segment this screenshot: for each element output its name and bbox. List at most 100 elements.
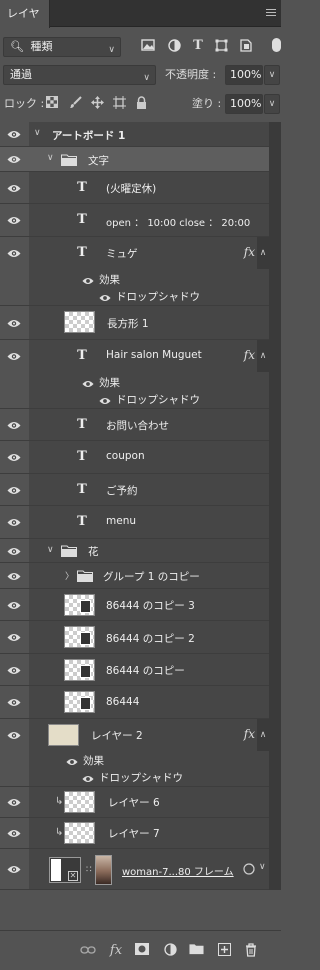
eye-icon[interactable]	[7, 547, 21, 556]
link-icon[interactable]: ∷	[86, 865, 92, 875]
layer-clipped[interactable]: ↳ レイヤー 7	[0, 818, 269, 849]
add-layer-style-icon[interactable]: fx	[108, 943, 124, 959]
layer-text[interactable]: T ミュゲ fx ∧ 効果 ドロップシャドウ	[0, 237, 269, 306]
layer-smart-object[interactable]: 86444	[0, 686, 269, 719]
eye-icon[interactable]	[7, 421, 21, 430]
layer-text[interactable]: T ご予約	[0, 474, 269, 506]
lock-position-move-icon[interactable]	[89, 96, 105, 112]
eye-icon[interactable]	[7, 633, 21, 642]
link-layers-icon[interactable]	[80, 943, 96, 959]
opacity-input[interactable]: 100%	[225, 65, 263, 85]
eye-icon[interactable]	[7, 486, 21, 495]
eye-icon[interactable]	[7, 453, 21, 462]
eye-icon[interactable]	[99, 292, 111, 301]
fx-icon[interactable]: fx	[244, 245, 255, 259]
layer-group-text[interactable]: ∨ 文字	[0, 147, 269, 172]
eye-icon[interactable]	[7, 731, 21, 740]
chevron-right-icon[interactable]: 〉	[65, 569, 74, 582]
eye-icon[interactable]	[82, 773, 94, 782]
lock-image-brush-icon[interactable]	[67, 96, 83, 112]
eye-icon[interactable]	[7, 249, 21, 258]
layer-group-copy[interactable]: 〉 グループ 1 のコピー	[0, 563, 269, 589]
fx-icon[interactable]: fx	[244, 348, 255, 362]
layer-smart-object[interactable]: 86444 のコピー 3	[0, 589, 269, 621]
collapse-effects-icon[interactable]: ∧	[257, 237, 269, 269]
panel-menu-icon[interactable]	[266, 9, 276, 17]
eye-icon[interactable]	[7, 601, 21, 610]
eye-icon[interactable]	[7, 319, 21, 328]
layer-text[interactable]: T Hair salon Muguet fx ∧ 効果 ドロップシャドウ	[0, 340, 269, 409]
frame-thumbnail: ✕	[49, 857, 81, 883]
add-mask-icon[interactable]	[134, 943, 150, 959]
fill-dropdown-icon[interactable]: ∨	[264, 94, 280, 114]
eye-icon[interactable]	[7, 155, 21, 164]
chevron-down-icon[interactable]: ∨	[47, 545, 54, 555]
drop-shadow-label: ドロップシャドウ	[99, 772, 183, 784]
eye-icon[interactable]	[7, 829, 21, 838]
blend-mode-value: 通過	[10, 68, 32, 81]
new-adjustment-layer-icon[interactable]	[162, 943, 178, 959]
eye-icon[interactable]	[66, 756, 78, 765]
eye-icon[interactable]	[7, 352, 21, 361]
layer-frame[interactable]: ✕ ∷ woman-7...80 フレーム ∨	[0, 849, 269, 890]
filter-pixel-icon[interactable]	[140, 39, 156, 55]
filter-type-icon[interactable]: T	[190, 38, 206, 54]
filter-smart-object-icon[interactable]	[238, 39, 254, 55]
drop-shadow-label: ドロップシャドウ	[116, 394, 200, 406]
eye-icon[interactable]	[7, 865, 21, 874]
eye-icon[interactable]	[82, 275, 94, 284]
layer-text[interactable]: T coupon	[0, 441, 269, 474]
layer-shape[interactable]: 長方形 1	[0, 306, 269, 340]
eye-icon[interactable]	[7, 130, 21, 139]
eye-icon[interactable]	[7, 666, 21, 675]
chevron-down-icon[interactable]: ∨	[34, 128, 41, 138]
layer-smart-object[interactable]: 86444 のコピー	[0, 654, 269, 686]
layer-artboard[interactable]: ∨ アートボード 1	[0, 122, 269, 147]
filter-adjustment-icon[interactable]	[166, 39, 182, 55]
fx-icon[interactable]: fx	[244, 727, 255, 741]
opacity-dropdown-icon[interactable]: ∨	[264, 65, 280, 85]
layer-text[interactable]: T (火曜定休)	[0, 172, 269, 204]
layer-text[interactable]: T menu	[0, 506, 269, 539]
layer-clipped[interactable]: ↳ レイヤー 6	[0, 787, 269, 818]
fill-input[interactable]: 100%	[225, 94, 263, 114]
layer-smart-object[interactable]: 86444 のコピー 2	[0, 621, 269, 654]
eye-icon[interactable]	[7, 572, 21, 581]
eye-icon[interactable]	[7, 518, 21, 527]
filter-toggle[interactable]	[272, 38, 281, 52]
layer-text[interactable]: T open ： 10:00 close ： 20:00	[0, 204, 269, 237]
eye-icon[interactable]	[7, 698, 21, 707]
folder-icon	[61, 154, 77, 166]
filter-shape-icon[interactable]	[213, 39, 229, 55]
layer-thumbnail	[64, 626, 95, 648]
lock-all-icon[interactable]	[133, 96, 149, 112]
delete-layer-icon[interactable]	[243, 943, 259, 959]
layer-name: menu	[106, 515, 136, 527]
eye-icon[interactable]	[7, 216, 21, 225]
layer-group-flower[interactable]: ∨ 花	[0, 539, 269, 563]
collapse-effects-icon[interactable]: ∧	[257, 340, 269, 372]
eye-icon[interactable]	[7, 184, 21, 193]
lock-artboard-icon[interactable]	[111, 96, 127, 112]
fill-label: 塗り :	[192, 97, 222, 110]
chevron-down-icon[interactable]: ∨	[47, 153, 54, 163]
text-layer-icon: T	[77, 180, 87, 195]
layer-pixel[interactable]: レイヤー 2 fx ∧ 効果 ドロップシャドウ	[0, 719, 269, 787]
new-group-icon[interactable]	[188, 943, 204, 959]
eye-icon[interactable]	[99, 395, 111, 404]
layer-text[interactable]: T お問い合わせ	[0, 409, 269, 441]
blend-mode-select[interactable]: 通過 ∨	[3, 65, 156, 85]
new-layer-icon[interactable]	[216, 943, 232, 959]
layer-name: レイヤー 6	[108, 797, 160, 809]
filter-kind-select[interactable]: 🔍︎ 種類 ∨	[3, 37, 121, 57]
frame-options-icon[interactable]	[243, 863, 256, 875]
chevron-down-icon[interactable]: ∨	[259, 862, 266, 872]
layers-list[interactable]: ∨ アートボード 1 ∨ 文字 T (火曜定休) T open ： 10:00 …	[0, 122, 281, 890]
eye-icon[interactable]	[82, 378, 94, 387]
lock-transparent-icon[interactable]	[44, 96, 60, 112]
collapse-effects-icon[interactable]: ∧	[257, 719, 269, 751]
effects-label: 効果	[99, 377, 120, 389]
tab-layers[interactable]: レイヤー	[0, 0, 50, 47]
layers-scrollbar[interactable]	[269, 122, 281, 890]
eye-icon[interactable]	[7, 798, 21, 807]
